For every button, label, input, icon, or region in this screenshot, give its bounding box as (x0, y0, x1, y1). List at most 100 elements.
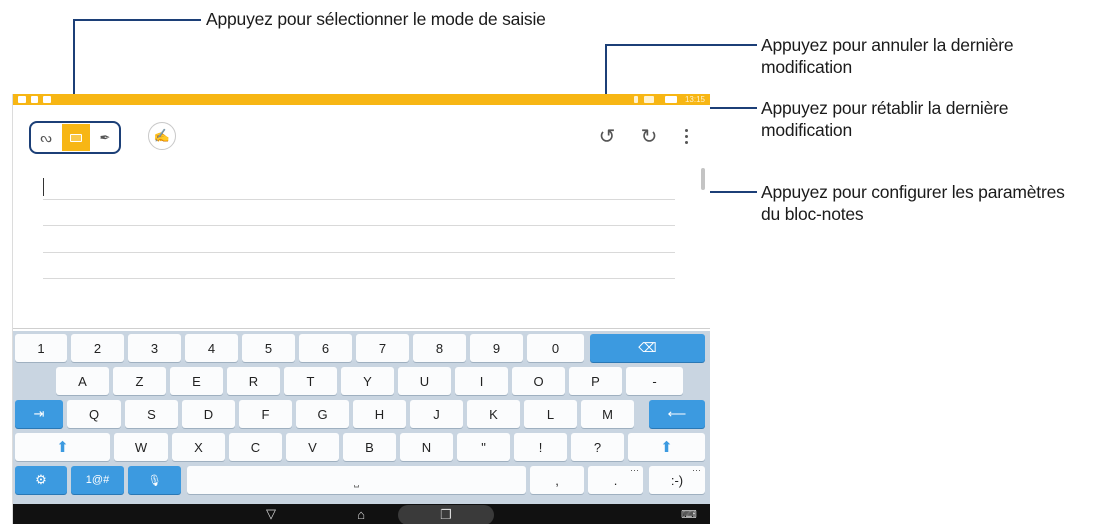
key-o[interactable]: O (512, 367, 565, 395)
redo-button[interactable]: ↻ (637, 124, 661, 148)
note-line (43, 278, 675, 279)
voice-input-key[interactable]: 🎙 (128, 466, 181, 494)
scrollbar[interactable] (701, 168, 705, 190)
redo-icon: ↻ (640, 125, 658, 148)
key-v[interactable]: V (286, 433, 339, 461)
key-p[interactable]: P (569, 367, 622, 395)
keyboard-switch-icon[interactable]: ⌨ (681, 506, 697, 522)
more-dot-icon (684, 134, 688, 138)
key-2[interactable]: 2 (71, 334, 124, 362)
keyboard-icon (70, 133, 82, 142)
key-w[interactable]: W (114, 433, 168, 461)
key-g[interactable]: G (296, 400, 349, 428)
key-y[interactable]: Y (341, 367, 394, 395)
undo-button[interactable]: ↺ (595, 124, 619, 148)
key-z[interactable]: Z (113, 367, 166, 395)
battery-icon (665, 96, 677, 103)
key-9[interactable]: 9 (470, 334, 523, 362)
symbols-key[interactable]: 1@# (71, 466, 124, 494)
home-button[interactable]: ⌂ (350, 506, 372, 522)
callout-undo-line2: modification (761, 57, 852, 77)
gear-icon: ⚙ (35, 472, 47, 487)
key-a[interactable]: A (56, 367, 109, 395)
key-c[interactable]: C (229, 433, 282, 461)
backspace-key[interactable]: ⌫ (590, 334, 705, 362)
key-5[interactable]: 5 (242, 334, 295, 362)
note-line (43, 199, 675, 200)
key-j[interactable]: J (410, 400, 463, 428)
notification-photo-icon (43, 96, 51, 103)
keyboard-mode-button[interactable] (62, 124, 90, 151)
key-quote[interactable]: " (457, 433, 510, 461)
pen-underline-icon: ✍ (153, 128, 171, 143)
key-h[interactable]: H (353, 400, 406, 428)
period-label: . (613, 472, 618, 488)
key-q[interactable]: Q (67, 400, 121, 428)
wifi-icon (644, 96, 654, 103)
handwriting-mode-button[interactable]: ᔓ (32, 124, 60, 151)
on-screen-keyboard: 1 2 3 4 5 6 7 8 9 0 ⌫ A Z E R T Y U I O … (13, 331, 710, 504)
tab-key[interactable]: ⇥ (15, 400, 63, 428)
key-x[interactable]: X (172, 433, 225, 461)
key-k[interactable]: K (467, 400, 520, 428)
shift-icon: ⬆ (660, 439, 673, 456)
key-comma[interactable]: , (530, 466, 584, 494)
back-button[interactable]: ▽ (261, 506, 281, 522)
key-3[interactable]: 3 (128, 334, 181, 362)
bluetooth-icon (634, 96, 638, 103)
key-n[interactable]: N (400, 433, 453, 461)
key-b[interactable]: B (343, 433, 396, 461)
backspace-icon: ⌫ (638, 340, 657, 355)
notification-mail-icon (18, 96, 26, 103)
ink-settings-button[interactable]: ✍ (148, 122, 176, 150)
key-8[interactable]: 8 (413, 334, 466, 362)
enter-icon: ⟵ (667, 406, 687, 421)
leader-line-input-mode-horizontal (73, 19, 201, 21)
key-s[interactable]: S (125, 400, 178, 428)
key-i[interactable]: I (455, 367, 508, 395)
recent-apps-icon: ❐ (440, 507, 452, 522)
status-time: 13:15 (684, 95, 705, 104)
key-r[interactable]: R (227, 367, 280, 395)
callout-redo-line1: Appuyez pour rétablir la dernière (761, 98, 1009, 118)
key-hyphen[interactable]: - (626, 367, 683, 395)
key-u[interactable]: U (398, 367, 451, 395)
key-emoticon[interactable]: :-) ··· (649, 466, 705, 494)
shift-key-right[interactable]: ⬆ (628, 433, 705, 461)
pen-icon: ✒ (99, 129, 111, 145)
key-4[interactable]: 4 (185, 334, 238, 362)
more-dot-icon (684, 128, 688, 132)
recent-apps-button[interactable]: ❐ (398, 505, 494, 524)
shift-key-left[interactable]: ⬆ (15, 433, 110, 461)
shift-icon: ⬆ (56, 439, 69, 456)
key-e[interactable]: E (170, 367, 223, 395)
key-d[interactable]: D (182, 400, 235, 428)
key-l[interactable]: L (524, 400, 577, 428)
key-f[interactable]: F (239, 400, 292, 428)
key-period[interactable]: . ··· (588, 466, 643, 494)
key-0[interactable]: 0 (527, 334, 584, 362)
more-options-button[interactable] (681, 124, 691, 148)
key-1[interactable]: 1 (15, 334, 67, 362)
enter-key[interactable]: ⟵ (649, 400, 705, 428)
tab-icon: ⇥ (33, 406, 45, 421)
more-symbols-indicator: ··· (630, 465, 639, 475)
tablet-screen: 13:15 ᔓ ✒ ✍ ↺ ↻ 1 2 3 4 5 6 7 8 9 0 ⌫ A … (12, 94, 710, 524)
key-t[interactable]: T (284, 367, 337, 395)
status-bar: 13:15 (13, 94, 710, 105)
leader-line-undo-horizontal (605, 44, 757, 46)
key-7[interactable]: 7 (356, 334, 409, 362)
back-icon: ▽ (266, 506, 276, 521)
callout-settings-line2: du bloc-notes (761, 204, 864, 224)
key-question[interactable]: ? (571, 433, 624, 461)
space-key[interactable]: ⎵ (187, 466, 526, 494)
key-6[interactable]: 6 (299, 334, 352, 362)
callout-input-mode: Appuyez pour sélectionner le mode de sai… (206, 9, 546, 29)
key-exclamation[interactable]: ! (514, 433, 567, 461)
keyboard-settings-key[interactable]: ⚙ (15, 466, 67, 494)
pen-mode-button[interactable]: ✒ (91, 124, 119, 151)
callout-settings: Appuyez pour configurer les paramètres d… (761, 181, 1065, 225)
key-m[interactable]: M (581, 400, 634, 428)
notification-app-icon (31, 96, 38, 103)
note-line (43, 252, 675, 253)
